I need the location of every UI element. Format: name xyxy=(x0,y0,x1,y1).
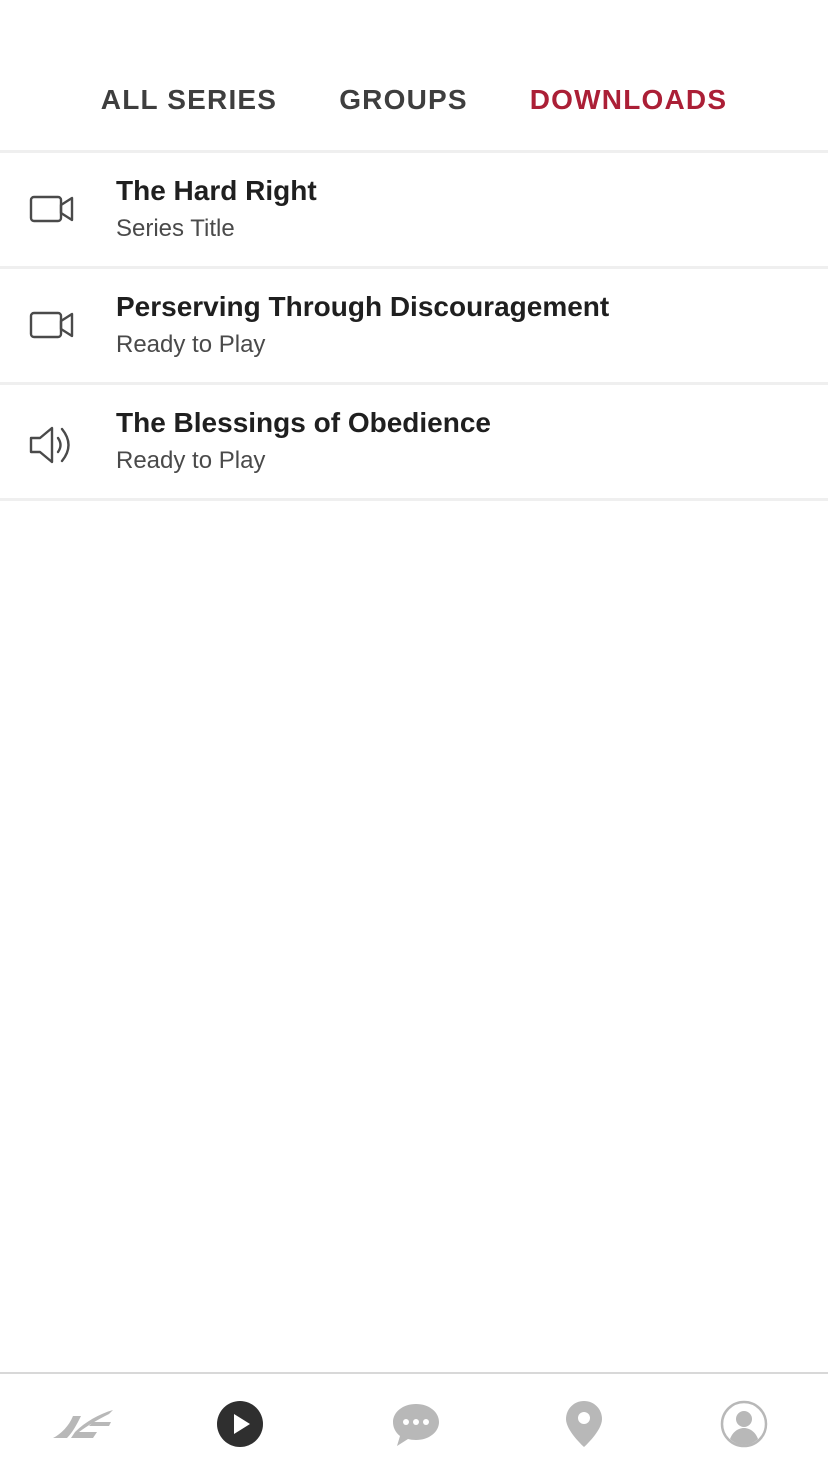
list-item[interactable]: Perserving Through Discouragement Ready … xyxy=(0,269,828,385)
church-logo-icon xyxy=(51,1404,115,1449)
tab-downloads[interactable]: DOWNLOADS xyxy=(530,84,727,116)
video-camera-icon xyxy=(28,189,76,229)
item-title: The Blessings of Obedience xyxy=(116,407,491,438)
nav-locations[interactable] xyxy=(558,1400,610,1452)
nav-messages[interactable] xyxy=(390,1400,442,1452)
bottom-nav xyxy=(0,1372,828,1474)
profile-icon xyxy=(720,1400,768,1453)
item-subtitle: Series Title xyxy=(116,215,235,242)
list-item[interactable]: The Hard Right Series Title xyxy=(0,153,828,269)
item-title: Perserving Through Discouragement xyxy=(116,291,610,322)
nav-home[interactable] xyxy=(50,1400,116,1452)
nav-media[interactable] xyxy=(214,1400,266,1452)
downloads-list: The Hard Right Series Title Perserving T… xyxy=(0,153,828,501)
list-item[interactable]: The Blessings of Obedience Ready to Play xyxy=(0,385,828,501)
tab-groups[interactable]: GROUPS xyxy=(339,84,468,116)
tab-all-series[interactable]: ALL SERIES xyxy=(101,84,277,116)
item-subtitle: Ready to Play xyxy=(116,447,266,474)
item-title: The Hard Right xyxy=(116,175,317,206)
item-subtitle: Ready to Play xyxy=(116,331,266,358)
speaker-icon xyxy=(28,423,76,464)
app-screen: ALL SERIES GROUPS DOWNLOADS The Hard Rig… xyxy=(0,0,828,1474)
video-camera-icon xyxy=(28,305,76,345)
nav-profile[interactable] xyxy=(718,1400,770,1452)
chat-bubble-icon xyxy=(391,1400,441,1453)
location-pin-icon xyxy=(564,1399,604,1454)
top-tabs: ALL SERIES GROUPS DOWNLOADS xyxy=(0,0,828,150)
play-circle-icon xyxy=(216,1400,264,1453)
